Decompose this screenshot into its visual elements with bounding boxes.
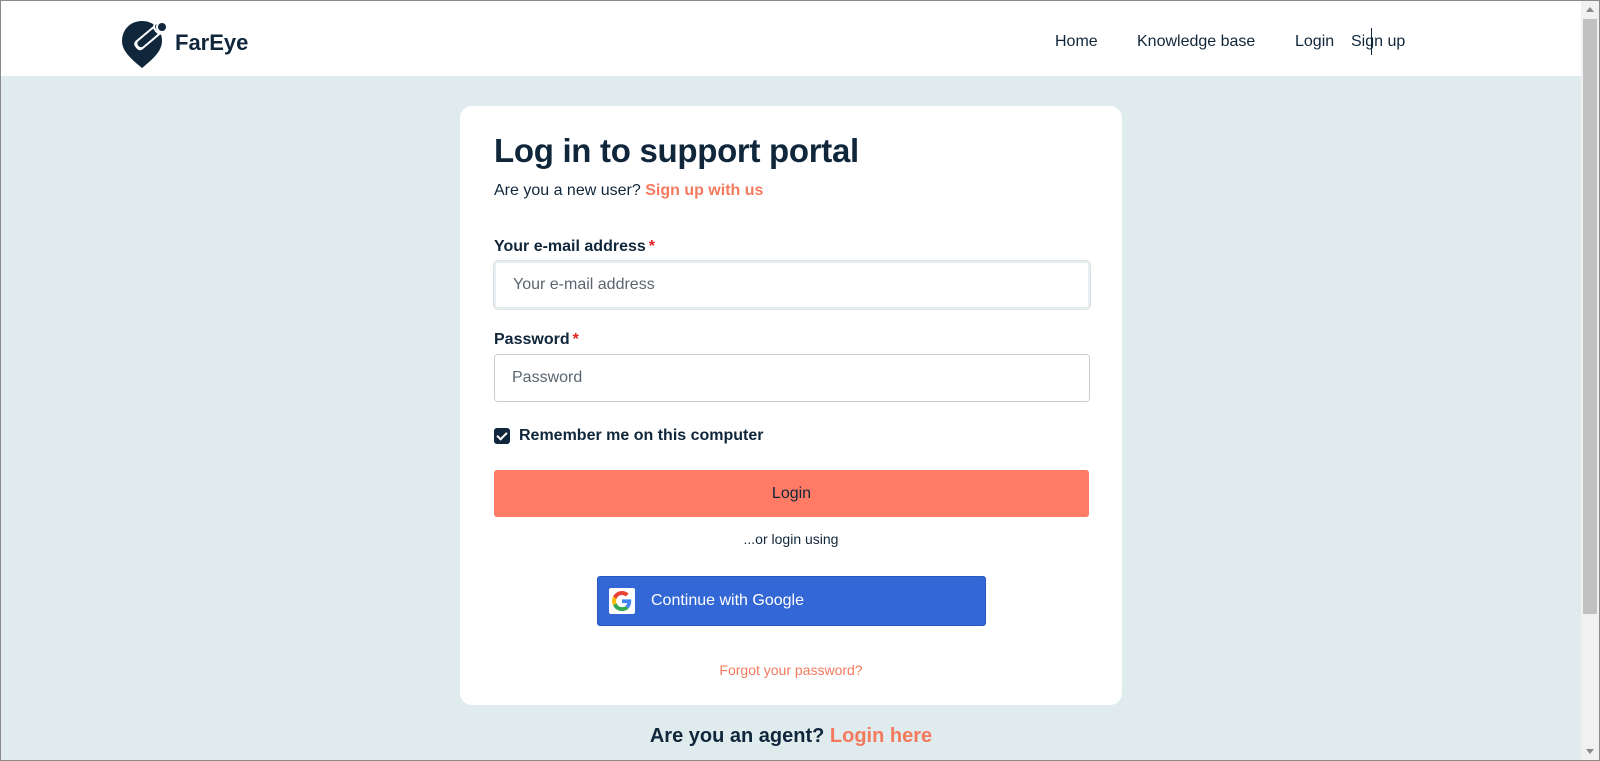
scrollbar-thumb[interactable] xyxy=(1583,19,1597,614)
page-title: Log in to support portal xyxy=(494,132,859,169)
scroll-down-arrow-icon[interactable] xyxy=(1586,749,1594,754)
new-user-text: Are you a new user? xyxy=(494,182,641,199)
nav-home-link[interactable]: Home xyxy=(1055,31,1098,53)
top-header: FarEye Home Knowledge base Login Sign up xyxy=(1,1,1581,76)
remember-me-label: Remember me on this computer xyxy=(519,427,764,444)
required-asterisk: * xyxy=(572,331,579,348)
agent-login-prompt: Are you an agent? Login here xyxy=(0,725,1582,748)
login-button[interactable]: Login xyxy=(494,470,1089,517)
password-field[interactable] xyxy=(494,354,1090,402)
required-asterisk: * xyxy=(648,238,655,255)
google-button-label: Continue with Google xyxy=(651,592,804,609)
agent-login-here-link[interactable]: Login here xyxy=(830,725,932,747)
forgot-password-link[interactable]: Forgot your password? xyxy=(460,662,1122,678)
continue-with-google-button[interactable]: Continue with Google xyxy=(597,576,986,626)
new-user-prompt: Are you a new user? Sign up with us xyxy=(494,182,763,200)
or-login-using-text: ...or login using xyxy=(743,531,839,547)
email-label: Your e-mail address * xyxy=(494,238,655,256)
signup-with-us-link[interactable]: Sign up with us xyxy=(645,182,763,199)
top-nav: Home Knowledge base Login Sign up xyxy=(1,28,1581,57)
email-field[interactable] xyxy=(494,261,1090,309)
agent-prompt-text: Are you an agent? xyxy=(649,725,825,747)
nav-knowledge-base-link[interactable]: Knowledge base xyxy=(1137,31,1255,53)
google-g-icon xyxy=(609,588,635,614)
remember-me-option[interactable]: Remember me on this computer xyxy=(494,427,764,445)
login-card: Log in to support portal Are you a new u… xyxy=(460,106,1122,705)
remember-me-checkbox[interactable] xyxy=(494,428,510,444)
nav-signup-link[interactable]: Sign up xyxy=(1351,31,1405,53)
nav-login-link[interactable]: Login xyxy=(1295,31,1334,53)
page-scrollbar[interactable] xyxy=(1581,1,1599,760)
email-label-text: Your e-mail address xyxy=(494,238,646,255)
password-label-text: Password xyxy=(494,331,570,348)
scroll-up-arrow-icon[interactable] xyxy=(1586,7,1594,12)
password-label: Password * xyxy=(494,331,579,349)
